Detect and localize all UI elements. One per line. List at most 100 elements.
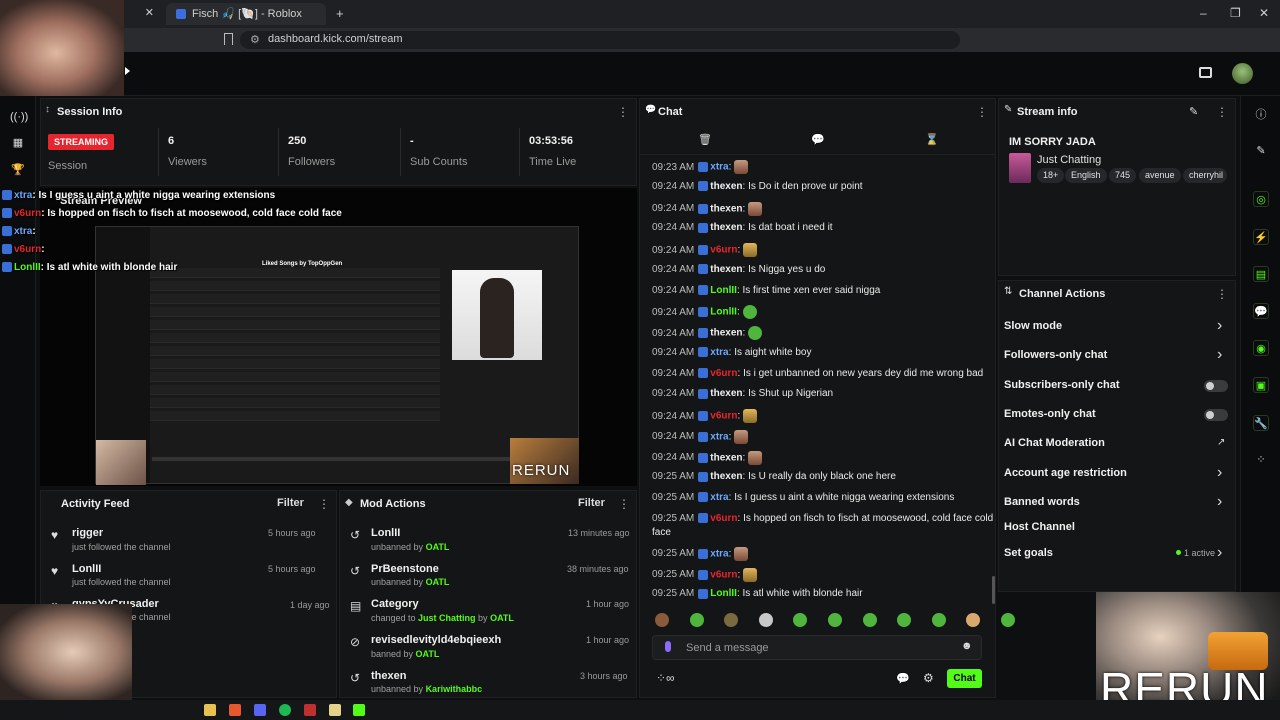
chat-message[interactable]: 09:25 AM v6urn: Is hopped on fisch to fis…	[652, 513, 993, 524]
chevron-right-icon[interactable]: ›	[1217, 346, 1222, 364]
kebab-menu-icon[interactable]: ⋮	[618, 497, 630, 511]
chat-message[interactable]: 09:25 AM xtra:	[652, 546, 749, 561]
dashboard-icon[interactable]: ▦	[10, 135, 26, 151]
chat-message[interactable]: 09:23 AM xtra:	[652, 160, 749, 174]
chat-message[interactable]: 09:24 AM v6urn:	[652, 409, 758, 423]
chevron-right-icon[interactable]: ›	[1217, 544, 1222, 562]
external-link-icon[interactable]: ↗	[1217, 437, 1225, 448]
chat-message[interactable]: 09:25 AM v6urn:	[652, 567, 758, 582]
channel-action-subscribers-only-chat[interactable]: Subscribers-only chat	[1004, 379, 1120, 391]
chat-input[interactable]: Send a message ☻	[652, 635, 982, 660]
mod-target[interactable]: revisedlevityld4ebqieexh	[371, 634, 501, 646]
send-chat-button[interactable]: Chat	[947, 669, 982, 688]
more-tools-icon[interactable]: ⁘	[1253, 452, 1269, 468]
new-tab-button[interactable]: +	[336, 6, 344, 21]
emote-picker-icon[interactable]	[758, 613, 773, 627]
taskbar-folder-icon[interactable]	[204, 704, 216, 716]
kebab-menu-icon[interactable]: ⋮	[976, 105, 988, 119]
browser-tab-roblox[interactable]: Fisch 🎣 [🐚] - Roblox	[166, 3, 326, 25]
filter-button[interactable]: Filter	[578, 497, 605, 509]
chat-username[interactable]: xtra	[710, 548, 728, 559]
chat-username[interactable]: thexen	[710, 328, 742, 339]
chat-message[interactable]: 09:24 AM thexen: Is dat boat i need it	[652, 222, 833, 233]
chat-username[interactable]: v6urn	[710, 513, 737, 524]
chat-username[interactable]: LonlII	[710, 285, 737, 296]
chat-username[interactable]: thexen	[710, 452, 742, 463]
bookmark-icon[interactable]	[224, 33, 233, 45]
edit-icon[interactable]: ✎	[1253, 143, 1269, 159]
chat-username[interactable]: v6urn	[710, 245, 737, 256]
chat-username[interactable]: v6urn	[710, 569, 737, 580]
resize-handle-icon[interactable]: ↕	[45, 104, 50, 115]
mod-target[interactable]: thexen	[371, 670, 406, 682]
layout-icon[interactable]: ▣	[1253, 377, 1269, 393]
mod-target[interactable]: LonlII	[371, 527, 400, 539]
chat-username[interactable]: thexen	[710, 181, 742, 192]
activity-user[interactable]: rigger	[72, 527, 103, 539]
lightning-icon[interactable]: ⚡	[1253, 229, 1269, 245]
trophy-icon[interactable]: 🏆	[10, 162, 26, 178]
chat-message[interactable]: 09:24 AM v6urn:	[652, 243, 758, 257]
close-tab-icon[interactable]: ✕	[145, 6, 154, 19]
chat-username[interactable]: thexen	[710, 222, 742, 233]
chat-message[interactable]: 09:24 AM xtra: Is aight white boy	[652, 347, 811, 358]
url-input[interactable]: ⚙ dashboard.kick.com/stream	[240, 31, 960, 49]
restore-icon[interactable]: ❐	[1230, 6, 1241, 20]
chat-username[interactable]: xtra	[710, 162, 728, 173]
notes-icon[interactable]: ▤	[1253, 266, 1269, 282]
toggle-switch[interactable]	[1204, 380, 1228, 392]
chevron-right-icon[interactable]: ›	[1217, 493, 1222, 511]
chat-bubble-icon[interactable]: 💬	[896, 672, 910, 685]
trash-icon[interactable]: 🗑	[698, 133, 712, 146]
chat-username[interactable]: LonlII	[710, 307, 737, 318]
channel-action-followers-only-chat[interactable]: Followers-only chat	[1004, 349, 1107, 361]
kebab-menu-icon[interactable]: ⋮	[617, 105, 629, 119]
chat-username[interactable]: thexen	[710, 388, 742, 399]
channel-action-host-channel[interactable]: Host Channel	[1004, 521, 1075, 533]
chat-username[interactable]: v6urn	[710, 368, 737, 379]
activity-user[interactable]: LonlII	[72, 563, 101, 575]
taskbar-spotify-icon[interactable]	[279, 704, 291, 716]
channel-action-banned-words[interactable]: Banned words	[1004, 496, 1080, 508]
chat-username[interactable]: thexen	[710, 203, 742, 214]
mod-target[interactable]: Category	[371, 598, 419, 610]
chat-username[interactable]: thexen	[710, 471, 742, 482]
broadcast-icon[interactable]: ((·))	[10, 109, 28, 125]
channel-action-ai-chat-moderation[interactable]: AI Chat Moderation	[1004, 437, 1105, 449]
mod-target[interactable]: PrBeenstone	[371, 563, 439, 575]
site-info-icon[interactable]: ⚙	[250, 33, 260, 46]
gear-icon[interactable]: ⚙	[923, 671, 934, 685]
chat-message[interactable]: 09:24 AM xtra:	[652, 429, 749, 444]
chat-icon[interactable]: 💬	[1253, 303, 1269, 319]
taskbar-discord-icon[interactable]	[254, 704, 266, 716]
kebab-menu-icon[interactable]: ⋮	[1216, 287, 1228, 301]
chevron-right-icon[interactable]: ›	[1217, 317, 1222, 335]
emoji-icon[interactable]: ☻	[961, 640, 973, 652]
emote-picker-icon[interactable]	[862, 613, 877, 627]
chat-message[interactable]: 09:24 AM thexen: Is Shut up Nigerian	[652, 388, 833, 399]
chat-username[interactable]: v6urn	[710, 411, 737, 422]
taskbar-browser-icon[interactable]	[229, 704, 241, 716]
clip-icon[interactable]: ◎	[1253, 191, 1269, 207]
chat-message[interactable]: 09:24 AM thexen:	[652, 326, 763, 340]
toggle-switch[interactable]	[1204, 409, 1228, 421]
close-window-icon[interactable]: ✕	[1259, 6, 1269, 20]
taskbar-kick-icon[interactable]	[353, 704, 365, 716]
mic-icon[interactable]	[665, 641, 671, 652]
kebab-menu-icon[interactable]: ⋮	[1216, 105, 1228, 119]
chat-message[interactable]: 09:25 AM xtra: Is I guess u aint a white …	[652, 492, 954, 503]
kebab-menu-icon[interactable]: ⋮	[318, 497, 330, 511]
channel-action-emotes-only-chat[interactable]: Emotes-only chat	[1004, 408, 1096, 420]
chevron-right-icon[interactable]: ›	[1217, 464, 1222, 482]
channel-action-slow-mode[interactable]: Slow mode	[1004, 320, 1062, 332]
broadcast-green-icon[interactable]: ◉	[1253, 340, 1269, 356]
category-name[interactable]: Just Chatting	[1037, 154, 1101, 166]
chat-username[interactable]: xtra	[710, 431, 728, 442]
scrollbar[interactable]	[992, 576, 995, 604]
chat-message[interactable]: 09:25 AM LonlII: Is atl white with blonde…	[652, 588, 863, 599]
chat-message[interactable]: 09:25 AM thexen: Is U really da only blac…	[652, 471, 896, 482]
chat-message[interactable]: 09:24 AM LonlII: Is first time xen ever s…	[652, 285, 880, 296]
chat-message[interactable]: 09:24 AM thexen:	[652, 450, 763, 465]
emote-picker-icon[interactable]	[828, 613, 842, 627]
filter-button[interactable]: Filter	[277, 497, 304, 509]
